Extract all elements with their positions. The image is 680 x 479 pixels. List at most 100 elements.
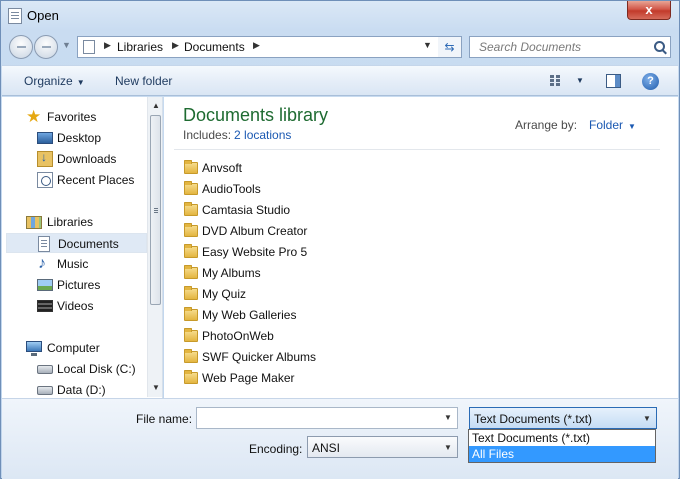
nav-label: Computer (47, 341, 100, 355)
encoding-label: Encoding: (249, 442, 303, 456)
downloads-icon (37, 150, 53, 167)
file-name-combobox[interactable]: ▼ (196, 407, 458, 429)
pictures-icon (37, 279, 53, 291)
nav-data-d[interactable]: Data (D:) (2, 380, 148, 398)
window-title: Open (27, 8, 59, 23)
nav-label: Documents (58, 237, 119, 251)
nav-label: Pictures (57, 278, 101, 292)
breadcrumb-chevron-right-icon[interactable]: ▶ (253, 40, 260, 51)
folder-row[interactable]: Web Page Maker (184, 368, 384, 388)
scroll-up-icon[interactable]: ▲ (152, 101, 160, 110)
nav-documents[interactable]: Documents (6, 233, 147, 253)
nav-label: Desktop (57, 131, 102, 145)
breadcrumb-documents[interactable]: Documents (184, 40, 245, 54)
nav-libraries[interactable]: Libraries (2, 212, 148, 232)
folder-row[interactable]: Camtasia Studio (184, 200, 384, 220)
nav-music[interactable]: ♪ Music (2, 254, 148, 274)
arrange-by-dropdown[interactable]: Folder ▼ (589, 118, 636, 132)
file-type-value: Text Documents (*.txt) (474, 412, 593, 426)
organize-label: Organize (24, 74, 73, 88)
new-folder-button[interactable]: New folder (115, 74, 172, 88)
nav-label: Data (D:) (57, 383, 106, 397)
folder-name: My Albums (202, 266, 261, 280)
music-note-icon: ♪ (38, 255, 46, 272)
folder-row[interactable]: DVD Album Creator (184, 221, 384, 241)
nav-label: Libraries (47, 215, 94, 229)
help-icon[interactable]: ? (642, 73, 659, 90)
preview-pane-icon[interactable] (606, 74, 621, 88)
arrange-by-value: Folder (589, 118, 624, 132)
nav-favorites[interactable]: ★ Favorites (2, 107, 148, 127)
file-type-chevron-down-icon: ▼ (643, 414, 651, 423)
film-icon (37, 300, 53, 312)
folder-row[interactable]: My Quiz (184, 284, 384, 304)
title-bar: Open x (1, 1, 679, 31)
recent-places-icon (37, 172, 53, 188)
refresh-button[interactable]: ⇆ (438, 36, 462, 58)
folder-icon (184, 160, 198, 174)
close-button[interactable]: x (627, 1, 671, 20)
search-input[interactable] (470, 37, 650, 57)
file-type-option-txt[interactable]: Text Documents (*.txt) (469, 430, 655, 446)
nav-local-disk-c[interactable]: Local Disk (C:) (2, 359, 148, 379)
organize-button[interactable]: Organize ▼ (24, 74, 85, 88)
nav-pictures[interactable]: Pictures (2, 275, 148, 295)
desktop-icon (37, 132, 53, 144)
encoding-select[interactable]: ANSI ▼ (307, 436, 458, 458)
folder-row[interactable]: My Web Galleries (184, 305, 384, 325)
chevron-down-icon: ▼ (76, 78, 85, 87)
scroll-down-icon[interactable]: ▼ (152, 383, 160, 392)
search-icon[interactable] (654, 41, 665, 52)
address-bar[interactable]: ▶ Libraries ▶ Documents ▶ ▼ (77, 36, 461, 58)
change-view-icon[interactable] (550, 75, 564, 87)
folder-name: Anvsoft (202, 161, 243, 175)
library-location-icon (83, 40, 95, 54)
library-includes: Includes: 2 locations (183, 128, 291, 142)
forward-button[interactable] (34, 35, 58, 59)
folder-icon (184, 265, 198, 279)
folder-row[interactable]: AudioTools (184, 179, 384, 199)
folder-row[interactable]: Easy Website Pro 5 (184, 242, 384, 262)
scrollbar-thumb[interactable] (150, 115, 161, 305)
arrange-by-label: Arrange by: (515, 118, 578, 132)
folder-icon (184, 328, 198, 342)
nav-computer[interactable]: Computer (2, 338, 148, 358)
nav-desktop[interactable]: Desktop (2, 128, 148, 148)
folder-row[interactable]: My Albums (184, 263, 384, 283)
back-button[interactable] (9, 35, 33, 59)
address-history-chevron-down-icon[interactable]: ▼ (423, 40, 432, 50)
nav-videos[interactable]: Videos (2, 296, 148, 316)
includes-label: Includes: (183, 128, 232, 142)
folder-row[interactable]: PhotoOnWeb (184, 326, 384, 346)
computer-icon (26, 341, 42, 356)
file-type-select[interactable]: Text Documents (*.txt) ▼ (469, 407, 657, 429)
view-options-chevron-down-icon[interactable]: ▼ (576, 76, 584, 85)
folder-icon (184, 181, 198, 195)
nav-label: Music (57, 257, 89, 271)
file-name-input[interactable] (197, 408, 437, 428)
libraries-icon (26, 216, 42, 229)
navigation-pane: ★ Favorites Desktop Downloads Recent Pla… (2, 97, 163, 398)
breadcrumb-chevron-right-icon[interactable]: ▶ (104, 40, 111, 51)
nav-downloads[interactable]: Downloads (2, 149, 148, 169)
locations-link[interactable]: 2 locations (234, 128, 291, 142)
folder-row[interactable]: SWF Quicker Albums (184, 347, 384, 367)
file-type-dropdown-list: Text Documents (*.txt) All Files (468, 429, 656, 463)
recent-pages-chevron-down-icon[interactable]: ▼ (62, 40, 71, 50)
chevron-down-icon: ▼ (628, 122, 636, 131)
folder-row[interactable]: Anvsoft (184, 158, 384, 178)
nav-label: Favorites (47, 110, 97, 124)
navigation-scrollbar[interactable]: ▲ ▼ (147, 97, 162, 397)
file-name-label: File name: (136, 412, 193, 426)
folder-name: PhotoOnWeb (202, 329, 274, 343)
nav-recent-places[interactable]: Recent Places (2, 170, 148, 190)
file-name-chevron-down-icon[interactable]: ▼ (444, 413, 452, 422)
encoding-value: ANSI (312, 441, 341, 455)
breadcrumb-libraries[interactable]: Libraries (117, 40, 163, 54)
folder-name: DVD Album Creator (202, 224, 308, 238)
breadcrumb-chevron-right-icon[interactable]: ▶ (172, 40, 179, 51)
folder-icon (184, 244, 198, 258)
search-box[interactable] (469, 36, 671, 58)
file-type-option-all-files[interactable]: All Files (469, 446, 655, 462)
folder-name: Camtasia Studio (202, 203, 291, 217)
